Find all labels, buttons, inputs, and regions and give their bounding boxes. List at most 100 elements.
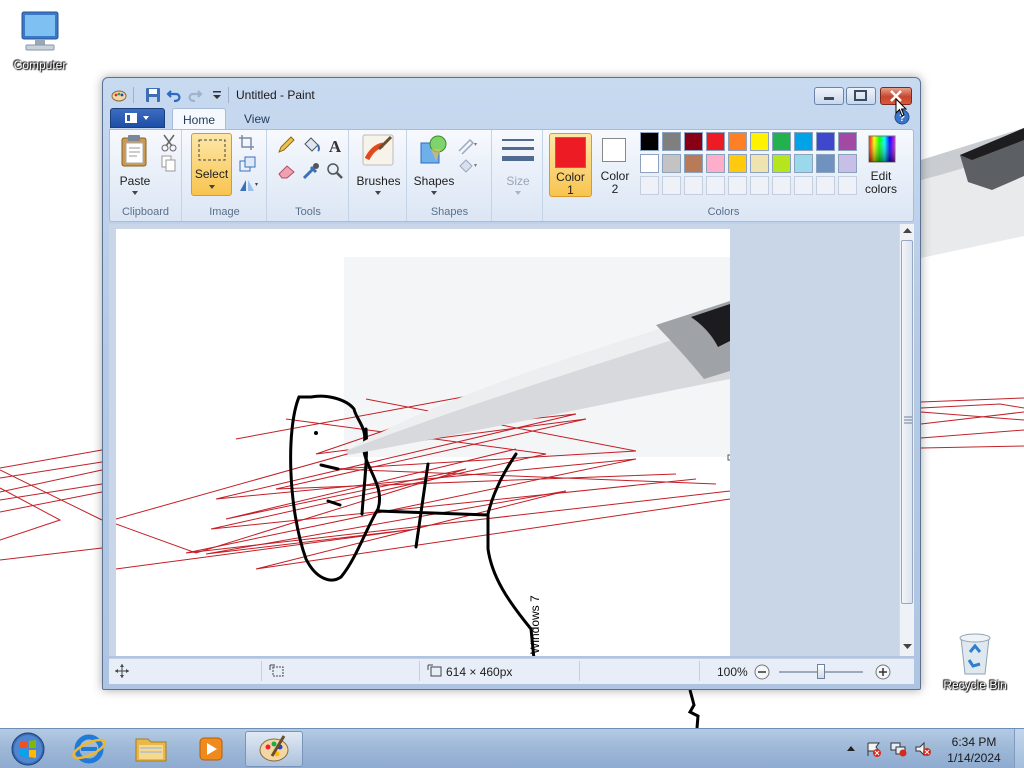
system-clock[interactable]: 6:34 PM 1/14/2024 — [937, 734, 1011, 766]
paint-icon — [259, 735, 289, 762]
taskbar-file-explorer[interactable] — [122, 731, 180, 767]
palette-swatch[interactable] — [662, 154, 681, 173]
palette-swatch[interactable] — [750, 132, 769, 151]
edit-colors-button[interactable]: Edit colors — [862, 133, 900, 197]
palette-empty-slot[interactable] — [728, 176, 747, 195]
rotate-icon[interactable] — [237, 175, 259, 195]
color1-button[interactable]: Color 1 — [549, 133, 592, 197]
palette-empty-slot[interactable] — [706, 176, 725, 195]
taskbar-internet-explorer[interactable] — [60, 731, 118, 767]
show-hidden-icons-icon[interactable] — [846, 744, 856, 752]
taskbar-media-player[interactable] — [182, 731, 240, 767]
color-picker-icon[interactable] — [300, 161, 322, 181]
palette-swatch[interactable] — [772, 154, 791, 173]
shapes-button[interactable]: Shapes — [412, 175, 456, 188]
size-icon[interactable] — [501, 136, 535, 166]
tab-home[interactable]: Home — [172, 108, 227, 130]
title-bar[interactable]: Untitled - Paint — [103, 78, 920, 108]
windows-logo-icon — [11, 732, 45, 766]
action-center-icon[interactable] — [866, 741, 882, 757]
palette-empty-slot[interactable] — [684, 176, 703, 195]
clock-date: 1/14/2024 — [947, 751, 1001, 765]
scrollbar-thumb[interactable] — [901, 240, 913, 604]
palette-empty-slot[interactable] — [772, 176, 791, 195]
magnifier-icon[interactable] — [324, 161, 346, 181]
vertical-scrollbar[interactable] — [899, 224, 914, 656]
zoom-out-icon[interactable] — [754, 664, 770, 680]
palette-swatch[interactable] — [706, 154, 725, 173]
zoom-slider-thumb[interactable] — [817, 664, 825, 679]
palette-swatch[interactable] — [728, 154, 747, 173]
save-icon[interactable] — [145, 87, 161, 103]
paint-window: Untitled - Paint ? Home View Paste Clipb… — [102, 77, 921, 690]
brushes-button[interactable]: Brushes — [354, 175, 403, 188]
group-tools: A Tools — [268, 130, 349, 221]
fill-icon[interactable] — [456, 156, 478, 176]
palette-swatch[interactable] — [706, 132, 725, 151]
desktop-icon-recycle-bin[interactable]: Recycle Bin — [937, 630, 1013, 692]
taskbar-paint[interactable] — [245, 731, 303, 767]
brushes-icon[interactable] — [361, 133, 395, 167]
palette-swatch[interactable] — [816, 132, 835, 151]
restore-icon — [854, 90, 867, 101]
pencil-icon[interactable] — [276, 135, 298, 155]
drawing-canvas[interactable]: Windows 7 — [116, 229, 730, 656]
palette-swatch[interactable] — [750, 154, 769, 173]
zoom-in-icon[interactable] — [875, 664, 891, 680]
palette-swatch[interactable] — [684, 154, 703, 173]
palette-empty-slot[interactable] — [838, 176, 857, 195]
size-button[interactable]: Size — [493, 175, 543, 188]
palette-swatch[interactable] — [772, 132, 791, 151]
restore-button[interactable] — [846, 87, 876, 105]
desktop-icon-computer[interactable]: Computer — [2, 8, 78, 72]
palette-swatch[interactable] — [640, 154, 659, 173]
paste-icon[interactable] — [119, 134, 151, 168]
scroll-up-icon[interactable] — [903, 228, 912, 234]
svg-text:A: A — [329, 137, 342, 155]
paint-app-icon[interactable] — [111, 87, 127, 103]
color1-label: Color 1 — [556, 170, 585, 197]
palette-empty-slot[interactable] — [640, 176, 659, 195]
color1-swatch — [555, 137, 586, 168]
outline-icon[interactable] — [456, 135, 478, 155]
crop-icon[interactable] — [237, 133, 259, 153]
redo-icon[interactable] — [187, 87, 203, 103]
edit-colors-label: Edit colors — [864, 169, 897, 196]
show-desktop-button[interactable] — [1014, 729, 1024, 768]
customize-toolbar-icon[interactable] — [209, 87, 225, 103]
cut-icon[interactable] — [158, 133, 180, 153]
fill-bucket-icon[interactable] — [300, 135, 322, 155]
palette-empty-slot[interactable] — [794, 176, 813, 195]
paste-button[interactable]: Paste — [115, 175, 155, 188]
select-button[interactable]: Select — [191, 133, 232, 196]
palette-swatch[interactable] — [794, 154, 813, 173]
tab-view[interactable]: View — [234, 108, 280, 130]
text-tool-icon[interactable]: A — [324, 135, 346, 155]
image-size-text: 614 × 460px — [446, 665, 513, 679]
group-label-image: Image — [209, 206, 240, 218]
undo-icon[interactable] — [166, 87, 182, 103]
palette-swatch[interactable] — [662, 132, 681, 151]
palette-swatch[interactable] — [816, 154, 835, 173]
palette-empty-slot[interactable] — [662, 176, 681, 195]
volume-muted-icon[interactable] — [914, 741, 932, 757]
network-icon[interactable] — [890, 741, 908, 757]
color2-button[interactable]: Color 2 — [595, 133, 635, 197]
minimize-button[interactable] — [814, 87, 844, 105]
group-image: Select Image — [183, 130, 267, 221]
start-button[interactable] — [4, 730, 52, 768]
palette-swatch[interactable] — [794, 132, 813, 151]
palette-empty-slot[interactable] — [750, 176, 769, 195]
palette-swatch[interactable] — [640, 132, 659, 151]
palette-empty-slot[interactable] — [816, 176, 835, 195]
palette-swatch[interactable] — [838, 154, 857, 173]
copy-icon[interactable] — [158, 154, 180, 174]
scroll-down-icon[interactable] — [903, 644, 912, 650]
palette-swatch[interactable] — [838, 132, 857, 151]
shapes-icon[interactable] — [417, 133, 449, 167]
palette-swatch[interactable] — [728, 132, 747, 151]
eraser-icon[interactable] — [276, 161, 298, 181]
resize-icon[interactable] — [237, 154, 259, 174]
file-menu-button[interactable] — [110, 108, 165, 128]
palette-swatch[interactable] — [684, 132, 703, 151]
